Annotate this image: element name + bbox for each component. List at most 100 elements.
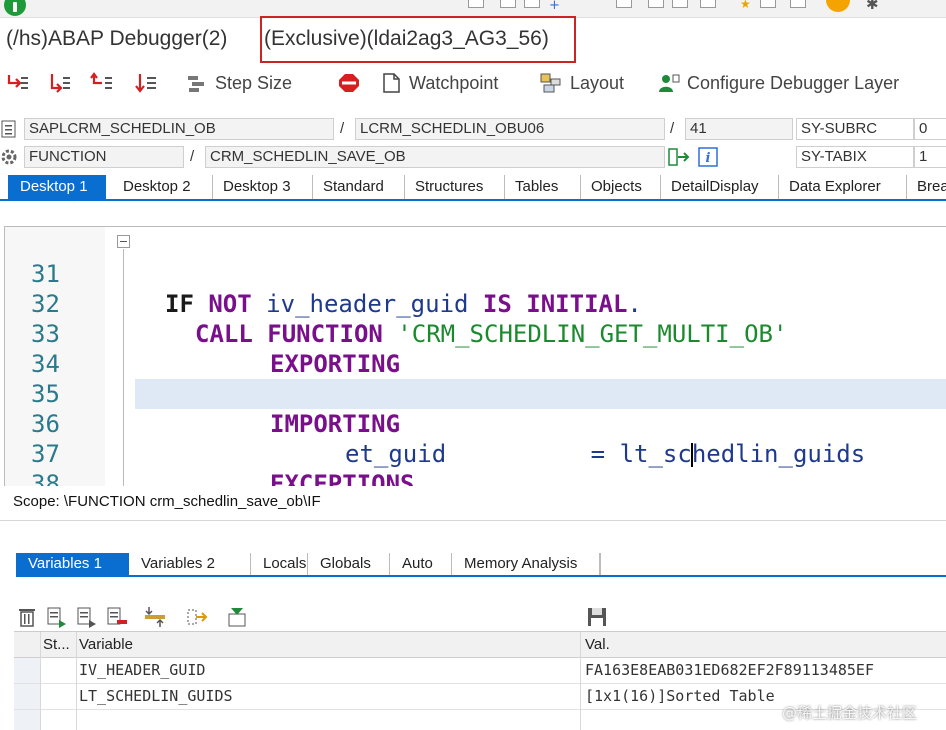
configure-layer-label: Configure Debugger Layer <box>687 72 900 93</box>
separator: / <box>670 120 675 137</box>
column-divider <box>580 632 581 730</box>
tab-objects[interactable]: Objects <box>581 175 661 199</box>
code-line[interactable]: 38 error_occurred = 1 <box>5 439 946 486</box>
source-code-editor[interactable]: 31 IF NOT iv_header_guid IS INITIAL. 32 … <box>4 226 946 486</box>
toolbar-icon-6[interactable] <box>672 0 688 8</box>
column-header-status[interactable]: St... <box>40 632 76 657</box>
watermark: @稀土掘金技术社区 <box>782 704 918 722</box>
tab-desktop-1[interactable]: Desktop 1 <box>8 175 106 199</box>
sysvar-name-field-2[interactable]: SY-TABIX <box>796 146 914 168</box>
transfer-icon[interactable] <box>186 606 208 628</box>
document-icon <box>383 73 400 93</box>
tab-standard[interactable]: Standard <box>313 175 405 199</box>
toolbar-icon-2[interactable] <box>500 0 516 8</box>
user-config-icon <box>659 74 680 92</box>
tab-tables[interactable]: Tables <box>505 175 581 199</box>
code-line[interactable]: 34 iv_header_guid = iv_header_guid <box>5 319 946 408</box>
svg-text:i: i <box>706 151 711 166</box>
single-step-icon[interactable] <box>6 72 30 94</box>
stop-button[interactable] <box>338 72 367 94</box>
settings-icon <box>1 149 17 165</box>
layout-label: Layout <box>570 72 625 93</box>
include-field[interactable]: LCRM_SCHEDLIN_OBU06 <box>355 118 665 140</box>
return-icon[interactable] <box>90 72 114 94</box>
variable-name[interactable]: LT_SCHEDLIN_GUIDS <box>76 684 576 709</box>
scope-label: Scope: \FUNCTION crm_schedlin_save_ob\IF <box>13 493 321 510</box>
code-line[interactable]: 37 EXCEPTIONS <box>5 409 946 486</box>
toolbar-icon-1[interactable] <box>468 0 484 8</box>
tab-memory-analysis[interactable]: Memory Analysis <box>452 553 600 575</box>
tab-globals[interactable]: Globals <box>308 553 390 575</box>
plus-icon[interactable]: + <box>549 0 560 13</box>
remove-row-icon[interactable] <box>106 606 128 628</box>
continue-icon[interactable] <box>134 72 158 94</box>
layout-button[interactable]: Layout <box>540 72 624 94</box>
filter-icon[interactable] <box>226 606 248 628</box>
toolbar-icon-9[interactable] <box>790 0 806 8</box>
window-title: (/hs)ABAP Debugger(2) <box>6 27 228 50</box>
tab-end-divider <box>600 553 601 575</box>
variable-tabs: Variables 1 Variables 2 Locals Globals A… <box>16 553 946 577</box>
sysvar-value-field-1[interactable]: 0 <box>914 118 946 140</box>
toolbar-icon-3[interactable] <box>524 0 540 8</box>
code-line[interactable]: 32 CALL FUNCTION 'CRM_SCHEDLIN_GET_MULTI… <box>5 259 946 348</box>
toolbar-icon-4[interactable] <box>616 0 632 8</box>
separator: / <box>340 120 345 137</box>
code-line[interactable]: 39 parameter_error = 2 <box>5 469 946 486</box>
toolbar-icon-8[interactable] <box>760 0 776 8</box>
star-icon[interactable]: ★ <box>740 0 751 11</box>
program-field[interactable]: SAPLCRM_SCHEDLIN_OB <box>24 118 334 140</box>
toolbar-icon-5[interactable] <box>648 0 664 8</box>
help-icon[interactable] <box>826 0 850 12</box>
enter-icon[interactable] <box>4 0 26 16</box>
stop-icon <box>339 74 359 92</box>
tab-locals[interactable]: Locals <box>251 553 308 575</box>
edit-row-icon[interactable] <box>76 606 98 628</box>
watchpoint-label: Watchpoint <box>409 72 499 93</box>
divider <box>0 520 946 521</box>
sysvar-name-field-1[interactable]: SY-SUBRC <box>796 118 914 140</box>
insert-row-icon[interactable] <box>46 606 68 628</box>
tab-variables-1[interactable]: Variables 1 <box>16 553 129 575</box>
execute-icon[interactable] <box>48 72 72 94</box>
line-number: 35 <box>31 380 60 408</box>
tab-desktop-3[interactable]: Desktop 3 <box>213 175 313 199</box>
tab-structures[interactable]: Structures <box>405 175 505 199</box>
code-line[interactable]: 31 IF NOT iv_header_guid IS INITIAL. <box>5 229 946 318</box>
tab-auto[interactable]: Auto <box>390 553 452 575</box>
watchpoint-button[interactable]: Watchpoint <box>380 72 498 94</box>
line-number-field[interactable]: 41 <box>685 118 793 140</box>
step-size-button[interactable]: Step Size <box>186 72 292 94</box>
gear-icon[interactable]: ✱ <box>866 0 879 13</box>
event-field[interactable]: CRM_SCHEDLIN_SAVE_OB <box>205 146 665 168</box>
delete-icon[interactable] <box>16 606 38 628</box>
code-line[interactable]: 33 EXPORTING <box>5 289 946 378</box>
info-row-program: SAPLCRM_SCHEDLIN_OB / LCRM_SCHEDLIN_OBU0… <box>0 116 946 142</box>
debugger-toolbar: Step Size Watchpoint Layout Configure De… <box>0 66 946 100</box>
configure-layer-button[interactable]: Configure Debugger Layer <box>658 72 899 94</box>
move-rows-icon[interactable] <box>144 606 166 628</box>
separator: / <box>190 148 195 165</box>
column-divider <box>76 632 77 730</box>
code-line[interactable]: 35 IMPORTING <box>5 349 946 438</box>
tab-detail-display[interactable]: DetailDisplay <box>661 175 779 199</box>
tab-variables-2[interactable]: Variables 2 <box>129 553 251 575</box>
column-divider <box>40 632 41 730</box>
column-header-variable[interactable]: Variable <box>76 632 576 657</box>
navigate-icon[interactable] <box>668 147 690 167</box>
tab-desktop-2[interactable]: Desktop 2 <box>113 175 213 199</box>
layout-icon <box>540 73 561 93</box>
sysvar-value-field-2[interactable]: 1 <box>914 146 946 168</box>
toolbar-icon-7[interactable] <box>700 0 716 8</box>
column-header-value[interactable]: Val. <box>582 632 942 657</box>
tab-data-explorer[interactable]: Data Explorer <box>779 175 907 199</box>
table-row[interactable]: IV_HEADER_GUID FA163E8EAB031ED682EF2F891… <box>14 658 946 684</box>
current-code-line[interactable]: 36 et_guid = lt_schedlin_guids <box>31 379 946 468</box>
info-icon[interactable]: i <box>698 147 718 167</box>
variable-value[interactable]: FA163E8EAB031ED682EF2F89113485EF <box>582 658 944 683</box>
tab-break[interactable]: Break <box>907 175 946 199</box>
save-icon[interactable] <box>586 606 608 628</box>
step-size-label: Step Size <box>215 72 293 93</box>
type-field[interactable]: FUNCTION <box>24 146 184 168</box>
variable-name[interactable]: IV_HEADER_GUID <box>76 658 576 683</box>
